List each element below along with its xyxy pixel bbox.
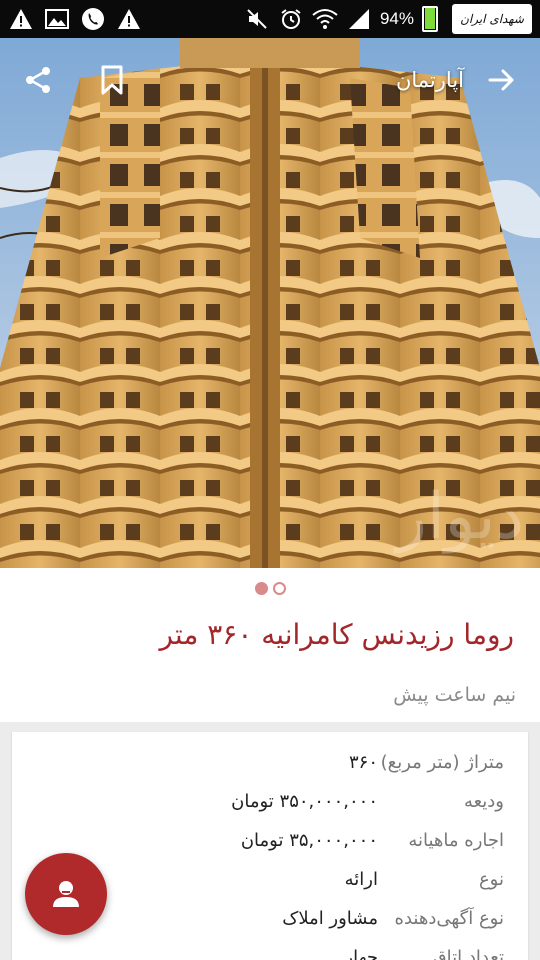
alert-icon xyxy=(116,6,142,32)
detail-row: اجاره ماهیانه ۳۵,۰۰۰,۰۰۰ تومان xyxy=(44,822,504,858)
detail-label: اجاره ماهیانه xyxy=(408,829,504,851)
phone-icon xyxy=(80,6,106,32)
battery-level xyxy=(425,8,435,29)
arrow-right-icon xyxy=(488,69,514,91)
contact-button[interactable] xyxy=(25,853,107,935)
share-button[interactable] xyxy=(18,60,58,100)
gallery-indicator xyxy=(0,582,540,595)
detail-label: ودیعه xyxy=(463,790,504,812)
wifi-icon xyxy=(312,6,338,32)
detail-value: ۳۶۰ xyxy=(348,751,378,773)
detail-row: نوع ارائه xyxy=(44,861,504,897)
detail-row: نوع آگهی‌دهنده مشاور املاک xyxy=(44,900,504,936)
detail-value: ۳۵۰,۰۰۰,۰۰۰ تومان xyxy=(231,790,378,812)
detail-row: تعداد اتاق چهار xyxy=(44,939,504,960)
bookmark-button[interactable] xyxy=(92,60,132,100)
signal-icon xyxy=(346,6,372,32)
status-bar: 94% شهدای ایران xyxy=(0,0,540,38)
listing-title: روما رزیدنس کامرانیه ۳۶۰ متر xyxy=(159,618,514,651)
bookmark-icon xyxy=(101,65,123,95)
detail-value: مشاور املاک xyxy=(282,907,378,929)
detail-row: ودیعه ۳۵۰,۰۰۰,۰۰۰ تومان xyxy=(44,783,504,819)
detail-value: ارائه xyxy=(344,868,378,890)
alert-icon xyxy=(8,6,34,32)
battery-percent: 94% xyxy=(379,9,414,28)
watermark: دیوار xyxy=(393,480,524,554)
detail-label: تعداد اتاق xyxy=(432,946,504,960)
detail-value: ۳۵,۰۰۰,۰۰۰ تومان xyxy=(240,829,378,851)
image-toolbar: آپارتمان xyxy=(0,38,540,122)
mute-icon xyxy=(244,6,270,32)
back-button[interactable] xyxy=(482,60,522,100)
detail-row: متراژ (متر مربع) ۳۶۰ xyxy=(44,744,504,780)
detail-label: متراژ (متر مربع) xyxy=(380,751,504,773)
detail-label: نوع آگهی‌دهنده xyxy=(394,907,504,929)
hero-image[interactable]: دیوار آپارتمان xyxy=(0,38,540,568)
share-icon xyxy=(26,67,50,93)
gallery-dot[interactable] xyxy=(254,582,268,595)
gallery-dot[interactable] xyxy=(272,582,286,595)
contact-icon xyxy=(53,881,79,907)
detail-value: چهار xyxy=(344,946,378,960)
battery-icon xyxy=(422,6,438,32)
site-logo: شهدای ایران xyxy=(452,4,532,34)
detail-label: نوع xyxy=(478,868,504,890)
image-icon xyxy=(44,6,70,32)
alarm-icon xyxy=(278,6,304,32)
listing-time: نیم ساعت پیش xyxy=(393,684,516,706)
page-title: آپارتمان xyxy=(395,68,464,92)
